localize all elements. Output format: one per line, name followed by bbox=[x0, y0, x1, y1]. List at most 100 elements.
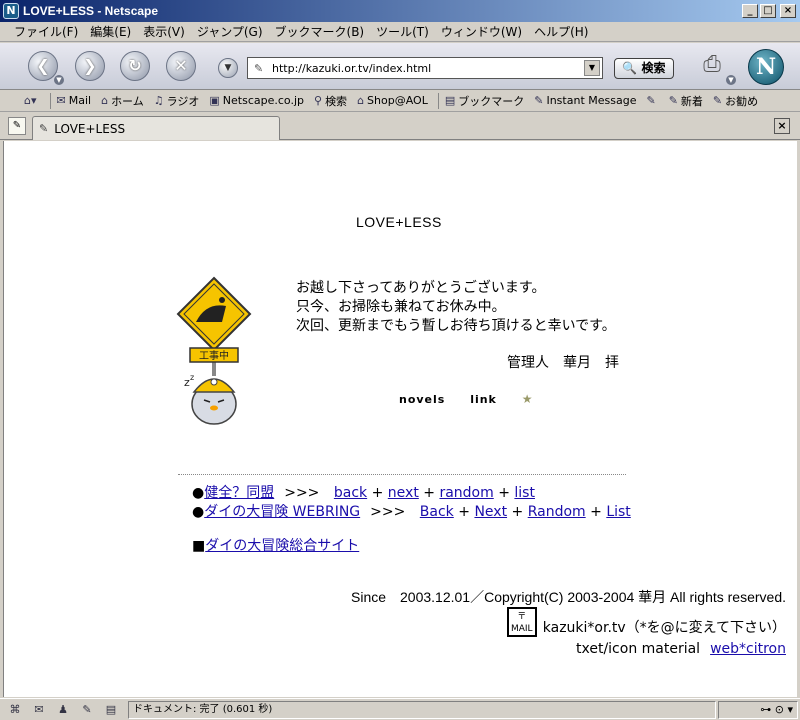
bookmark-label: Netscape.co.jp bbox=[222, 94, 304, 107]
bookmark-mail[interactable]: ✉ Mail bbox=[57, 94, 92, 107]
bookmark-recommend[interactable]: ✎ お勧め bbox=[713, 93, 758, 109]
bookmark-label: ホーム bbox=[111, 94, 144, 108]
toolbar-home-menu[interactable]: ⌂▾ bbox=[24, 94, 40, 107]
search-button[interactable]: 🔍 検索 bbox=[614, 58, 674, 79]
url-dropdown-icon[interactable]: ▼ bbox=[584, 60, 600, 76]
url-input[interactable]: http://kazuki.or.tv/index.html bbox=[272, 62, 584, 75]
menu-edit[interactable]: 編集(E) bbox=[90, 23, 131, 40]
link-icon: ✎ bbox=[646, 94, 656, 107]
reload-button[interactable]: ↻ bbox=[120, 51, 150, 81]
page-icon: ✎ bbox=[39, 122, 49, 135]
ring-random-link[interactable]: random bbox=[439, 485, 493, 501]
nav-link-novels[interactable]: novels bbox=[399, 393, 445, 406]
star-icon[interactable]: ★ bbox=[522, 392, 534, 406]
menu-file[interactable]: ファイル(F) bbox=[14, 23, 78, 40]
menu-bar: ファイル(F) 編集(E) 表示(V) ジャンプ(G) ブックマーク(B) ツー… bbox=[0, 22, 800, 42]
tab-love-less[interactable]: ✎ LOVE+LESS bbox=[32, 116, 280, 140]
navigator-icon[interactable]: ⌘ bbox=[6, 702, 24, 718]
bookmark-label: 検索 bbox=[325, 94, 348, 108]
ring-back-link[interactable]: back bbox=[334, 485, 367, 501]
divider bbox=[178, 474, 626, 475]
bookmark-im[interactable]: ✎ Instant Message bbox=[534, 94, 636, 107]
ring-next-link[interactable]: Next bbox=[474, 504, 507, 520]
ring-name-link[interactable]: 健全？同盟 bbox=[204, 485, 274, 501]
url-bar[interactable]: ✎ http://kazuki.or.tv/index.html ▼ bbox=[247, 57, 603, 79]
navigation-toolbar: ❮ ▼ ❯ ↻ ✕ ▼ ✎ http://kazuki.or.tv/index.… bbox=[0, 43, 800, 90]
bookmark-new[interactable]: ✎ 新着 bbox=[669, 93, 703, 109]
ring-joiner: + bbox=[498, 485, 510, 501]
credit-label: txet/icon material bbox=[576, 641, 701, 657]
bookmark-label: 新着 bbox=[680, 94, 703, 108]
link-icon: ✎ bbox=[712, 94, 723, 107]
minimize-button[interactable]: _ bbox=[742, 4, 758, 18]
menu-window[interactable]: ウィンドウ(W) bbox=[441, 23, 522, 40]
ring-arrow: >>> bbox=[284, 485, 320, 501]
stop-button[interactable]: ✕ bbox=[166, 51, 196, 81]
bookmark-label: Mail bbox=[68, 94, 92, 107]
ring-arrow: >>> bbox=[370, 504, 406, 520]
bookmark-label: ラジオ bbox=[166, 94, 200, 108]
new-tab-icon[interactable]: ✎ bbox=[8, 117, 26, 135]
nav-link-link[interactable]: link bbox=[470, 393, 497, 406]
bookmark-search[interactable]: ⚲ 検索 bbox=[314, 93, 347, 109]
netscape-app-icon[interactable]: N bbox=[3, 3, 19, 19]
back-dropdown-icon[interactable]: ▼ bbox=[54, 75, 64, 85]
page-content: LOVE+LESS 工事中 z z お越し下さってありがとうございます。 只今、… bbox=[3, 141, 797, 697]
construction-sign-image: 工事中 z z bbox=[176, 276, 252, 425]
ring-name-link[interactable]: ダイの大冒険 WEBRING bbox=[204, 504, 360, 520]
message-line: 只今、お掃除も兼ねてお休み中。 bbox=[296, 299, 506, 315]
maintenance-message: お越し下さってありがとうございます。 只今、お掃除も兼ねてお休み中。 次回、更新… bbox=[296, 279, 616, 336]
forward-button[interactable]: ❯ bbox=[75, 51, 105, 81]
ring-list-link[interactable]: list bbox=[514, 485, 535, 501]
history-dropdown-icon[interactable]: ▼ bbox=[218, 58, 238, 78]
site-nav: novels link ★ bbox=[399, 392, 553, 406]
ring-next-link[interactable]: next bbox=[388, 485, 419, 501]
maximize-button[interactable]: □ bbox=[760, 4, 776, 18]
print-dropdown-icon[interactable]: ▼ bbox=[726, 75, 736, 85]
mail-status-icon[interactable]: ✉ bbox=[30, 702, 48, 718]
dai-site-link[interactable]: ダイの大冒険総合サイト bbox=[205, 538, 359, 554]
im-status-icon[interactable]: ♟ bbox=[54, 702, 72, 718]
bookmark-radio[interactable]: ♫ ラジオ bbox=[154, 93, 200, 109]
bookmark-label: ブックマーク bbox=[458, 94, 525, 108]
print-icon[interactable]: ⎙ bbox=[698, 53, 726, 77]
address-book-icon[interactable]: ▤ bbox=[102, 702, 120, 718]
bookmark-blank[interactable]: ✎ bbox=[646, 94, 658, 107]
bookmark-home[interactable]: ⌂ ホーム bbox=[101, 93, 144, 109]
headphones-icon: ♫ bbox=[153, 94, 164, 107]
mail-icon[interactable]: 〒 MAIL bbox=[506, 607, 537, 637]
bookmark-netscape[interactable]: ▣ Netscape.co.jp bbox=[209, 94, 304, 107]
back-button[interactable]: ❮ bbox=[28, 51, 58, 81]
ring-random-link[interactable]: Random bbox=[528, 504, 586, 520]
ring-back-link[interactable]: Back bbox=[420, 504, 454, 520]
tab-label: LOVE+LESS bbox=[54, 121, 126, 136]
bookmark-folder[interactable]: ▤ ブックマーク bbox=[445, 93, 524, 109]
bullet-icon: ● bbox=[192, 485, 205, 501]
menu-tools[interactable]: ツール(T) bbox=[376, 23, 429, 40]
status-text: ドキュメント: 完了 (0.601 秒) bbox=[128, 700, 716, 719]
message-line: お越し下さってありがとうございます。 bbox=[296, 280, 546, 296]
credit-link[interactable]: web*citron bbox=[710, 641, 786, 657]
menu-help[interactable]: ヘルプ(H) bbox=[534, 23, 588, 40]
menu-bookmarks[interactable]: ブックマーク(B) bbox=[275, 23, 365, 40]
bookmark-shop[interactable]: ⌂ Shop@AOL bbox=[357, 94, 428, 107]
window-title: LOVE+LESS - Netscape bbox=[23, 4, 159, 18]
netscape-logo[interactable]: N bbox=[748, 49, 784, 85]
menu-go[interactable]: ジャンプ(G) bbox=[197, 23, 263, 40]
bookmark-label: お勧め bbox=[725, 94, 759, 108]
close-button[interactable]: × bbox=[780, 4, 796, 18]
close-tab-button[interactable]: × bbox=[774, 118, 790, 134]
square-bullet-icon: ■ bbox=[192, 538, 206, 554]
house-icon: ⌂ bbox=[101, 94, 109, 107]
my-icon: ▣ bbox=[209, 94, 220, 107]
mail-icon-label: MAIL bbox=[510, 624, 533, 634]
site-title: LOVE+LESS bbox=[356, 214, 442, 230]
folder-icon: ▤ bbox=[444, 94, 456, 107]
ring-list-link[interactable]: List bbox=[606, 504, 630, 520]
bullet-icon: ● bbox=[192, 504, 205, 520]
connection-status-icon[interactable]: ⊶ ⊙ ▾ bbox=[718, 700, 798, 719]
mail-icon: ✉ bbox=[56, 94, 66, 107]
composer-icon[interactable]: ✎ bbox=[78, 702, 96, 718]
menu-view[interactable]: 表示(V) bbox=[143, 23, 185, 40]
page-icon: ✎ bbox=[254, 61, 264, 75]
